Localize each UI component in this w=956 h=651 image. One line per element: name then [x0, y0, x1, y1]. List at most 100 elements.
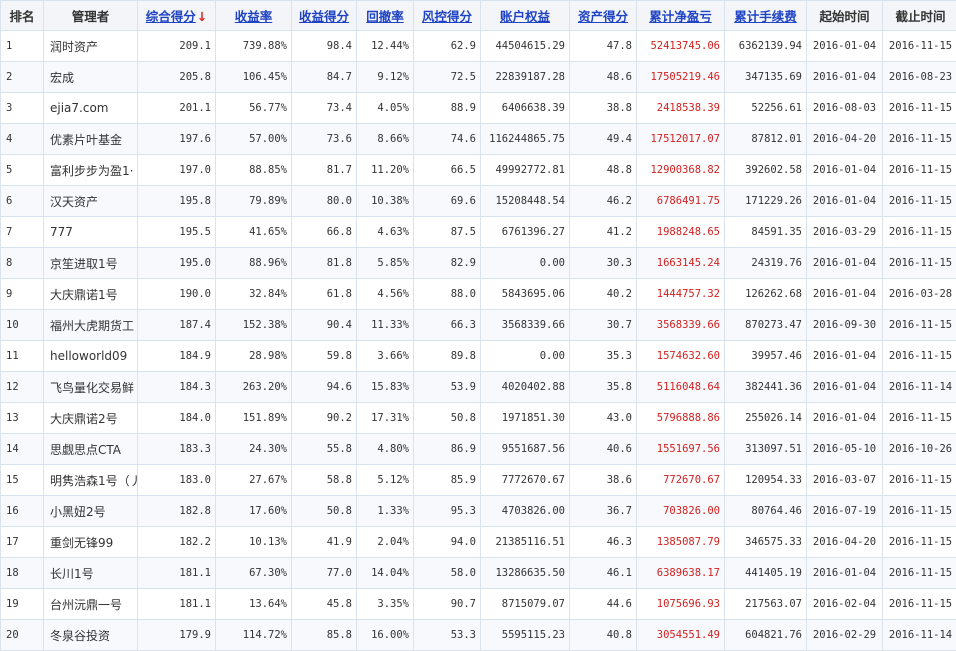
table-row: 7777195.541.65%66.84.63%87.56761396.2741…	[1, 217, 956, 248]
header-risk-score[interactable]: 风控得分	[414, 1, 481, 31]
cell-return-rate: 28.98%	[216, 341, 292, 372]
header-end-date: 截止时间	[883, 1, 956, 31]
cell-risk-score: 66.5	[414, 155, 481, 186]
table-row: 13大庆鼎诺2号184.0151.89%90.217.31%50.8197185…	[1, 403, 956, 434]
cell-account-equity: 44504615.29	[481, 31, 570, 62]
cell-risk-score: 62.9	[414, 31, 481, 62]
cell-return-score: 73.6	[292, 124, 357, 155]
cell-end-date: 2016-11-15	[883, 217, 956, 248]
cell-start-date: 2016-05-10	[807, 434, 883, 465]
cell-drawdown: 2.04%	[357, 527, 414, 558]
cell-start-date: 2016-04-20	[807, 527, 883, 558]
table-row: 4优素片叶基金197.657.00%73.68.66%74.6116244865…	[1, 124, 956, 155]
table-row: 18长川1号181.167.30%77.014.04%58.013286635.…	[1, 558, 956, 589]
cell-return-rate: 57.00%	[216, 124, 292, 155]
cell-manager-name: 润时资产	[44, 31, 138, 62]
cell-fees: 39957.46	[725, 341, 807, 372]
cell-return-score: 73.4	[292, 93, 357, 124]
cell-start-date: 2016-09-30	[807, 310, 883, 341]
cell-fees: 217563.07	[725, 589, 807, 620]
cell-net-profit: 1444757.32	[637, 279, 725, 310]
cell-rank: 11	[1, 341, 44, 372]
cell-risk-score: 90.7	[414, 589, 481, 620]
cell-return-rate: 17.60%	[216, 496, 292, 527]
cell-manager-name: 大庆鼎诺1号	[44, 279, 138, 310]
table-row: 2宏成205.8106.45%84.79.12%72.522839187.284…	[1, 62, 956, 93]
cell-risk-score: 82.9	[414, 248, 481, 279]
cell-asset-score: 41.2	[570, 217, 637, 248]
header-account-equity[interactable]: 账户权益	[481, 1, 570, 31]
cell-account-equity: 15208448.54	[481, 186, 570, 217]
cell-manager-name: 思觑思点CTA	[44, 434, 138, 465]
cell-start-date: 2016-01-04	[807, 372, 883, 403]
cell-manager-name: 福州大虎期货工	[44, 310, 138, 341]
cell-start-date: 2016-03-07	[807, 465, 883, 496]
cell-end-date: 2016-11-14	[883, 620, 956, 651]
cell-start-date: 2016-01-04	[807, 558, 883, 589]
cell-account-equity: 5595115.23	[481, 620, 570, 651]
cell-rank: 4	[1, 124, 44, 155]
cell-end-date: 2016-11-15	[883, 248, 956, 279]
cell-risk-score: 89.8	[414, 341, 481, 372]
cell-return-score: 45.8	[292, 589, 357, 620]
cell-account-equity: 7772670.67	[481, 465, 570, 496]
header-asset-score[interactable]: 资产得分	[570, 1, 637, 31]
cell-start-date: 2016-02-04	[807, 589, 883, 620]
cell-net-profit: 1075696.93	[637, 589, 725, 620]
ranking-table: 排名 管理者 综合得分↓ 收益率 收益得分 回撤率 风控得分 账户权益 资产得分…	[0, 0, 956, 651]
cell-rank: 12	[1, 372, 44, 403]
cell-manager-name: helloworld09	[44, 341, 138, 372]
cell-end-date: 2016-11-15	[883, 527, 956, 558]
header-row: 排名 管理者 综合得分↓ 收益率 收益得分 回撤率 风控得分 账户权益 资产得分…	[1, 1, 956, 31]
header-return-rate[interactable]: 收益率	[216, 1, 292, 31]
cell-account-equity: 13286635.50	[481, 558, 570, 589]
cell-return-rate: 739.88%	[216, 31, 292, 62]
cell-composite-score: 205.8	[138, 62, 216, 93]
cell-drawdown: 4.05%	[357, 93, 414, 124]
header-composite-score[interactable]: 综合得分↓	[138, 1, 216, 31]
cell-return-score: 77.0	[292, 558, 357, 589]
cell-return-rate: 32.84%	[216, 279, 292, 310]
cell-rank: 3	[1, 93, 44, 124]
header-drawdown[interactable]: 回撤率	[357, 1, 414, 31]
cell-composite-score: 184.0	[138, 403, 216, 434]
cell-net-profit: 6786491.75	[637, 186, 725, 217]
cell-drawdown: 3.66%	[357, 341, 414, 372]
header-return-score[interactable]: 收益得分	[292, 1, 357, 31]
cell-manager-name: 台州沅鼎一号	[44, 589, 138, 620]
cell-net-profit: 1385087.79	[637, 527, 725, 558]
cell-return-rate: 152.38%	[216, 310, 292, 341]
cell-risk-score: 58.0	[414, 558, 481, 589]
cell-end-date: 2016-11-15	[883, 186, 956, 217]
cell-rank: 10	[1, 310, 44, 341]
cell-account-equity: 116244865.75	[481, 124, 570, 155]
cell-fees: 52256.61	[725, 93, 807, 124]
cell-risk-score: 66.3	[414, 310, 481, 341]
cell-rank: 1	[1, 31, 44, 62]
cell-end-date: 2016-11-15	[883, 558, 956, 589]
header-rank: 排名	[1, 1, 44, 31]
cell-account-equity: 4020402.88	[481, 372, 570, 403]
cell-composite-score: 184.9	[138, 341, 216, 372]
cell-composite-score: 197.6	[138, 124, 216, 155]
cell-account-equity: 49992772.81	[481, 155, 570, 186]
cell-asset-score: 49.4	[570, 124, 637, 155]
cell-drawdown: 5.85%	[357, 248, 414, 279]
cell-composite-score: 187.4	[138, 310, 216, 341]
cell-composite-score: 182.8	[138, 496, 216, 527]
cell-net-profit: 17512017.07	[637, 124, 725, 155]
cell-manager-name: 富利步步为盈1·	[44, 155, 138, 186]
cell-end-date: 2016-03-28	[883, 279, 956, 310]
cell-asset-score: 43.0	[570, 403, 637, 434]
cell-rank: 7	[1, 217, 44, 248]
cell-start-date: 2016-01-04	[807, 341, 883, 372]
cell-return-rate: 67.30%	[216, 558, 292, 589]
cell-return-score: 41.9	[292, 527, 357, 558]
header-fees[interactable]: 累计手续费	[725, 1, 807, 31]
cell-risk-score: 69.6	[414, 186, 481, 217]
cell-fees: 255026.14	[725, 403, 807, 434]
header-net-profit[interactable]: 累计净盈亏	[637, 1, 725, 31]
cell-composite-score: 195.8	[138, 186, 216, 217]
cell-manager-name: 优素片叶基金	[44, 124, 138, 155]
table-row: 5富利步步为盈1·197.088.85%81.711.20%66.5499927…	[1, 155, 956, 186]
